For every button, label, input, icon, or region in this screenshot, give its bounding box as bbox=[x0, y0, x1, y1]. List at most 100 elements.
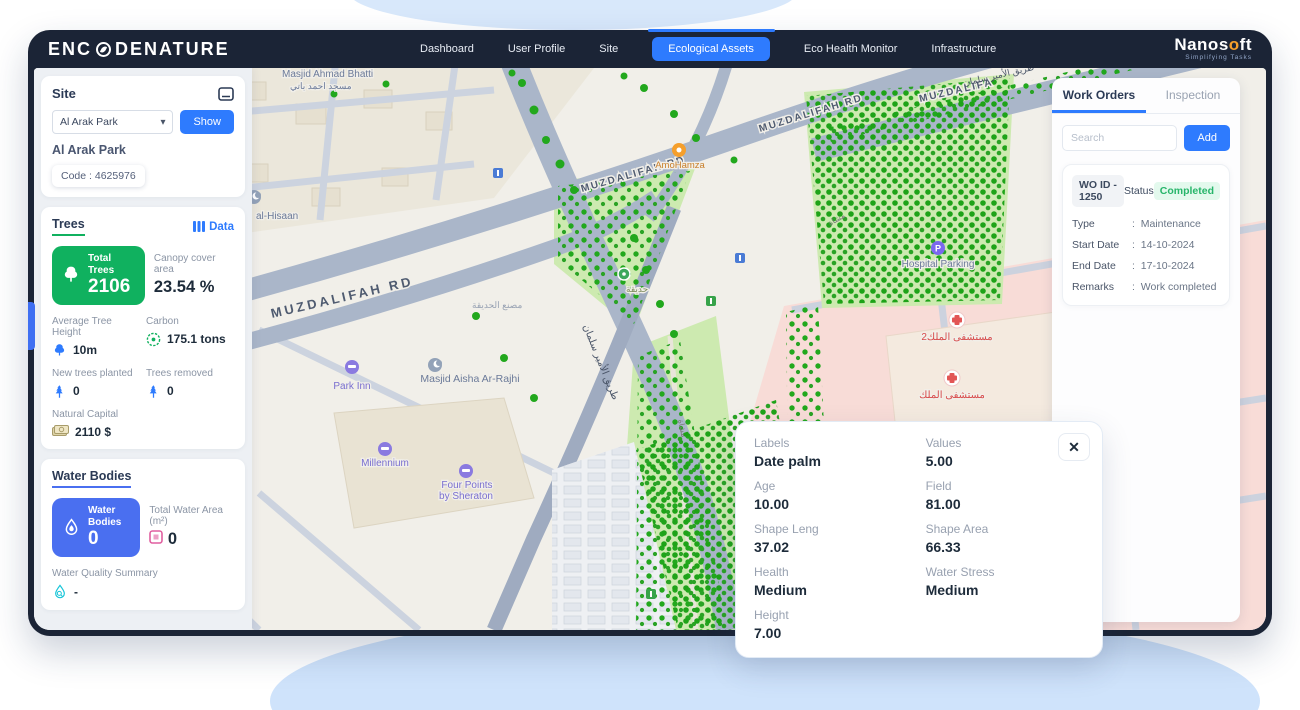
water-drop-icon bbox=[60, 516, 82, 538]
water-quality-label: Water Quality Summary bbox=[52, 568, 234, 579]
popup-right-column: Values5.00 Field81.00 Shape Area66.33 Wa… bbox=[926, 435, 1084, 644]
site-select[interactable]: Al Arak Park ▾ bbox=[52, 110, 173, 134]
money-icon bbox=[52, 425, 69, 438]
site-panel-title: Site bbox=[52, 86, 76, 101]
vendor-tagline: Simplifying Tasks bbox=[1174, 55, 1252, 62]
add-button[interactable]: Add bbox=[1184, 125, 1230, 151]
tree-height-icon bbox=[52, 343, 67, 358]
poi-al-hisaan: al-Hisaan bbox=[256, 211, 298, 222]
leaf-logo-icon bbox=[96, 42, 111, 57]
background-blob-top bbox=[348, 0, 798, 30]
planted-value: 0 bbox=[73, 384, 80, 398]
panel-collapse-icon[interactable] bbox=[218, 87, 234, 101]
site-card: Site Al Arak Park ▾ Show Al Arak Pa bbox=[41, 76, 245, 197]
popup-field-value: 66.33 bbox=[926, 537, 1084, 557]
tab-work-orders[interactable]: Work Orders bbox=[1052, 78, 1146, 113]
capital-label: Natural Capital bbox=[52, 409, 234, 420]
svg-text:P: P bbox=[935, 244, 941, 254]
poi-hospital-2-ar: مستشفى الملك bbox=[919, 390, 985, 401]
nav-item-ecological-assets[interactable]: Ecological Assets bbox=[652, 37, 770, 61]
show-button[interactable]: Show bbox=[180, 110, 234, 134]
site-select-value: Al Arak Park bbox=[60, 116, 118, 128]
poi-hospital-1-ar: مستشفى الملك2 bbox=[921, 332, 992, 343]
tree-removed-icon bbox=[146, 384, 161, 399]
poi-park-ar: حديقة bbox=[626, 284, 648, 294]
popup-field-label: Labels bbox=[754, 435, 926, 451]
capital-value: 2110 $ bbox=[75, 425, 111, 439]
nav-item-user-profile[interactable]: User Profile bbox=[508, 43, 565, 55]
popup-field-label: Shape Area bbox=[926, 521, 1084, 537]
nav-item-site[interactable]: Site bbox=[599, 43, 618, 55]
trees-card: Trees Data Total Trees bbox=[41, 207, 245, 449]
close-icon[interactable]: ✕ bbox=[1058, 433, 1090, 461]
popup-left-column: LabelsDate palm Age10.00 Shape Leng37.02… bbox=[754, 435, 926, 644]
work-order-id: WO ID - 1250 bbox=[1072, 175, 1124, 207]
total-trees-value: 2106 bbox=[88, 277, 137, 298]
water-section-title: Water Bodies bbox=[52, 469, 131, 488]
chevron-down-icon: ▾ bbox=[160, 117, 165, 128]
water-area-value: 0 bbox=[168, 530, 177, 548]
removed-value: 0 bbox=[167, 384, 174, 398]
water-card: Water Bodies Water Bodies 0 bbox=[41, 459, 245, 610]
tree-planted-icon bbox=[52, 384, 67, 399]
navbar: ENC DENATURE Dashboard User Profile Site… bbox=[28, 30, 1272, 68]
site-name: Al Arak Park bbox=[52, 143, 234, 157]
drawer-handle[interactable] bbox=[28, 302, 35, 350]
poi-park-inn: Park Inn bbox=[333, 381, 370, 392]
nav-menu: Dashboard User Profile Site Ecological A… bbox=[420, 30, 996, 68]
work-order-row-remarks: Remarks Work completed bbox=[1072, 281, 1220, 293]
hospital-cross-icon-1 bbox=[949, 312, 965, 328]
poi-masjid-ahmad-ar: مسجد احمد باتي bbox=[290, 81, 352, 91]
brand-text-pre: ENC bbox=[48, 39, 92, 60]
poi-hospital-parking: Hospital Parking bbox=[902, 259, 975, 270]
feature-popup: LabelsDate palm Age10.00 Shape Leng37.02… bbox=[735, 421, 1103, 658]
poi-millennium: Millennium bbox=[361, 458, 409, 469]
hospital-cross-icon-2 bbox=[944, 370, 960, 386]
popup-field-value: 81.00 bbox=[926, 494, 1084, 514]
popup-field-label: Water Stress bbox=[926, 564, 1084, 580]
panel-tabs: Work Orders Inspection bbox=[1052, 78, 1240, 114]
canopy-label: Canopy cover area bbox=[154, 253, 234, 275]
vendor-name: Nanosoft bbox=[1174, 36, 1252, 53]
site-code-badge: Code : 4625976 bbox=[52, 165, 145, 187]
carbon-label: Carbon bbox=[146, 316, 234, 327]
area-icon bbox=[149, 530, 163, 544]
trees-data-link[interactable]: Data bbox=[193, 221, 234, 233]
status-badge: Completed bbox=[1154, 182, 1220, 200]
sidebar: Site Al Arak Park ▾ Show Al Arak Pa bbox=[34, 68, 252, 630]
work-order-row-type: Type Maintenance bbox=[1072, 218, 1220, 230]
tab-inspection[interactable]: Inspection bbox=[1146, 78, 1240, 113]
water-area-label: Total Water Area (m²) bbox=[149, 505, 234, 527]
work-order-row-end-date: End Date 17-10-2024 bbox=[1072, 260, 1220, 272]
status-label: Status bbox=[1124, 185, 1154, 197]
water-bodies-card: Water Bodies 0 bbox=[52, 498, 140, 557]
water-bodies-value: 0 bbox=[88, 529, 132, 550]
poi-factory-ar: مصنع الحديقة bbox=[472, 300, 522, 311]
work-order-card[interactable]: WO ID - 1250 Status Completed Type Maint… bbox=[1062, 164, 1230, 306]
nav-item-infrastructure[interactable]: Infrastructure bbox=[931, 43, 996, 55]
water-quality-value: - bbox=[74, 585, 78, 599]
nav-item-eco-health-monitor[interactable]: Eco Health Monitor bbox=[804, 43, 898, 55]
water-quality-icon bbox=[52, 584, 68, 600]
popup-field-value: 10.00 bbox=[754, 494, 926, 514]
avg-height-value: 10m bbox=[73, 343, 97, 357]
removed-label: Trees removed bbox=[146, 368, 234, 379]
planted-label: New trees planted bbox=[52, 368, 140, 379]
poi-masjid-aisha: Masjid Aisha Ar-Rajhi bbox=[420, 373, 519, 385]
popup-field-value: 37.02 bbox=[754, 537, 926, 557]
total-trees-label: Total Trees bbox=[88, 253, 137, 277]
popup-field-value: Medium bbox=[754, 580, 926, 600]
nav-item-dashboard[interactable]: Dashboard bbox=[420, 43, 474, 55]
popup-field-value: Date palm bbox=[754, 451, 926, 471]
poi-masjid-ahmad: Masjid Ahmad Bhatti bbox=[282, 69, 373, 80]
total-trees-card: Total Trees 2106 bbox=[52, 246, 145, 305]
brand-text-post: DENATURE bbox=[115, 39, 230, 60]
poi-four-points-2: by Sheraton bbox=[439, 491, 493, 502]
popup-field-value: 7.00 bbox=[754, 623, 926, 643]
popup-field-value: Medium bbox=[926, 580, 1084, 600]
page: ENC DENATURE Dashboard User Profile Site… bbox=[0, 0, 1300, 710]
trees-section-title: Trees bbox=[52, 217, 85, 236]
popup-field-label: Shape Leng bbox=[754, 521, 926, 537]
search-input[interactable] bbox=[1062, 125, 1177, 151]
table-columns-icon bbox=[193, 221, 205, 232]
